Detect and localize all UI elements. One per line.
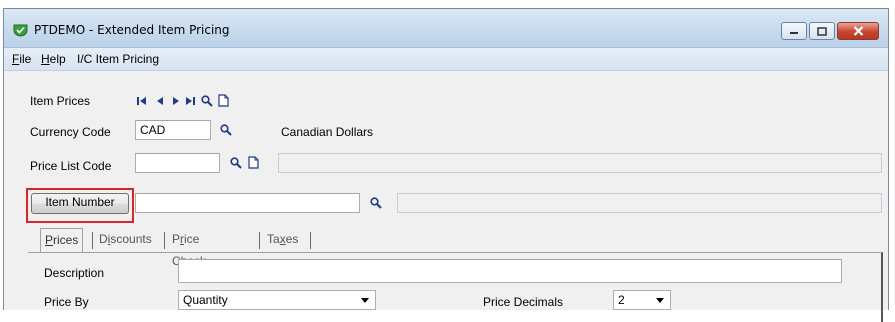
price-decimals-select[interactable]: 2 [613,290,671,310]
window-title: PTDEMO - Extended Item Pricing [34,23,230,37]
last-icon[interactable] [185,96,195,106]
price-list-search-icon[interactable] [230,157,242,169]
price-list-code-input[interactable] [135,153,220,173]
price-list-code-label: Price List Code [30,159,112,173]
minimize-button[interactable] [781,22,807,40]
item-pricing-window: PTDEMO - Extended Item Pricing File Help… [3,8,889,322]
currency-code-input[interactable]: CAD [135,120,211,140]
tab-separator [92,232,93,249]
chevron-down-icon [656,298,664,303]
close-button[interactable] [837,22,879,40]
currency-search-icon[interactable] [220,124,232,136]
description-label: Description [44,266,105,280]
description-input[interactable] [178,259,842,283]
item-number-search-icon[interactable] [370,197,382,209]
next-icon[interactable] [172,96,180,106]
price-by-value: Quantity [183,293,228,307]
tab-discounts[interactable]: Discounts [95,228,156,252]
close-icon [853,26,863,36]
item-number-description [397,193,882,213]
first-icon[interactable] [137,96,147,106]
minimize-icon [790,32,798,34]
tab-taxes[interactable]: Taxes [263,228,302,252]
price-by-label: Price By [44,295,89,309]
menu-help[interactable]: Help [41,52,66,66]
tab-price-check[interactable]: Price Check [168,228,210,268]
tab-prices[interactable]: Prices [40,228,84,253]
item-prices-label: Item Prices [30,94,91,108]
maximize-button[interactable] [809,22,835,40]
app-icon [13,24,28,37]
menu-bar: File Help I/C Item Pricing [4,48,888,71]
currency-code-label: Currency Code [30,125,111,139]
maximize-icon [817,26,827,36]
menu-file[interactable]: File [12,52,31,66]
price-decimals-label: Price Decimals [483,295,564,309]
title-bar[interactable]: PTDEMO - Extended Item Pricing [4,9,888,48]
price-by-select[interactable]: Quantity [178,290,376,310]
item-number-input[interactable] [135,193,360,213]
currency-description: Canadian Dollars [281,125,374,139]
previous-icon[interactable] [156,96,164,106]
price-list-description [278,153,882,173]
tab-separator [259,232,260,249]
new-document-icon[interactable] [218,94,229,107]
item-number-button[interactable]: Item Number [31,193,129,214]
tab-separator [164,232,165,249]
price-list-new-icon[interactable] [248,156,259,169]
menu-ic-item-pricing[interactable]: I/C Item Pricing [77,52,159,66]
price-decimals-value: 2 [618,293,625,307]
tab-separator [310,232,311,249]
chevron-down-icon [361,298,369,303]
search-icon[interactable] [201,95,213,107]
